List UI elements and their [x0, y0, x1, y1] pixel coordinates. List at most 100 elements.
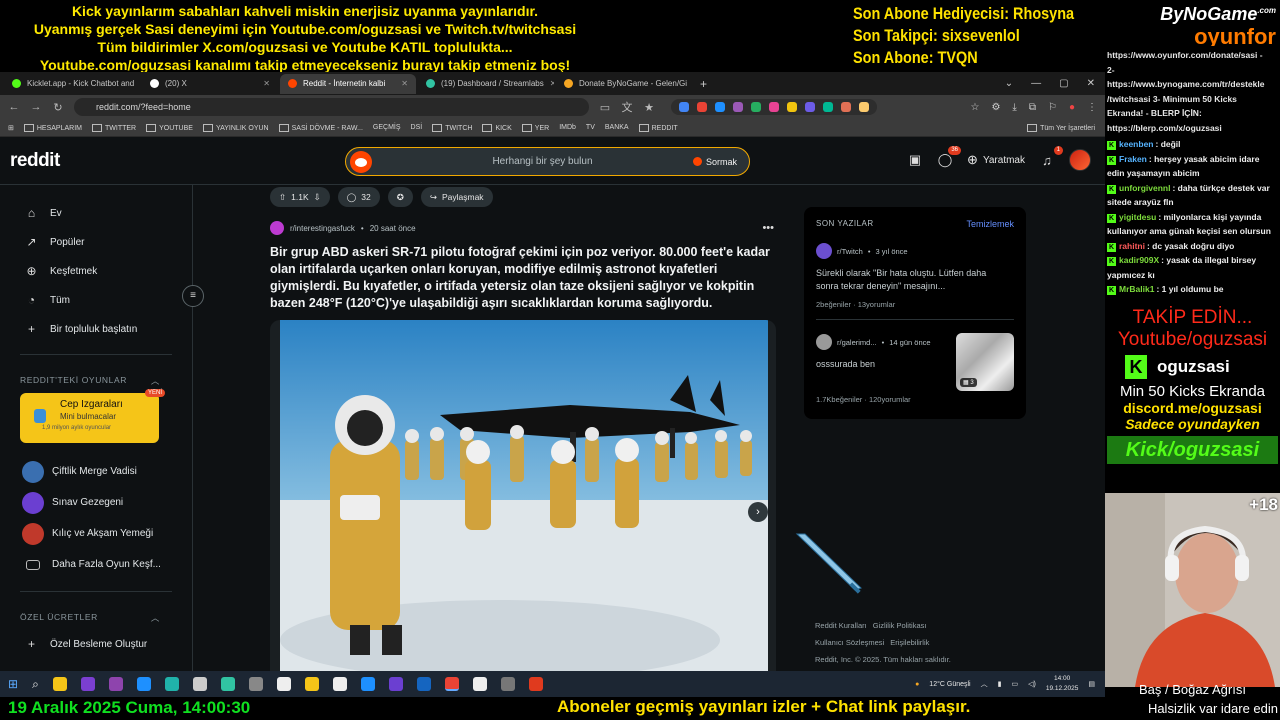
bookmark-yayinlik-oyun[interactable]: YAYINLIK OYUN — [203, 124, 269, 132]
apps-icon[interactable]: ⊞ — [8, 124, 14, 132]
subreddit-icon[interactable] — [270, 221, 284, 235]
weather-text[interactable]: 12°C Güneşli — [929, 681, 970, 688]
bookmark-twitter[interactable]: TWITTER — [92, 124, 136, 132]
chrome-icon[interactable] — [444, 677, 459, 691]
url-field[interactable]: reddit.com/?feed=home — [74, 98, 589, 116]
featured-game-card[interactable]: Cep Izgaraları Mini bulmacalar 1,9 milyo… — [20, 389, 165, 443]
extension-icon[interactable] — [823, 102, 833, 112]
download-icon[interactable]: ⤓ — [1012, 102, 1016, 113]
cast-icon[interactable]: ▭ — [599, 101, 611, 114]
extension-icon[interactable] — [769, 102, 779, 112]
translate-icon[interactable]: 文 — [621, 99, 633, 115]
bookmark-youtube[interactable]: YOUTUBE — [146, 124, 193, 132]
footer-link[interactable]: Reddit Kuralları — [815, 621, 867, 630]
bookmark-gecmis[interactable]: GEÇMİŞ — [373, 124, 401, 131]
footer-link[interactable]: Erişilebilirlik — [890, 638, 929, 647]
extension-icon[interactable] — [679, 102, 689, 112]
close-window-icon[interactable]: ✕ — [1087, 78, 1095, 89]
search-icon[interactable]: ⌕ — [32, 677, 39, 692]
extension-icon[interactable] — [859, 102, 869, 112]
nav-popular[interactable]: ↗ Popüler — [0, 228, 192, 257]
advertise-icon[interactable]: ▣ — [907, 152, 923, 168]
extension-icon[interactable] — [841, 102, 851, 112]
app-icon[interactable] — [500, 677, 515, 691]
all-bookmarks[interactable]: Tüm Yer İşaretleri — [1027, 124, 1105, 132]
footer-link[interactable]: Kullanıcı Sözleşmesi — [815, 638, 884, 647]
share-button[interactable]: ↪ Paylaşmak — [420, 187, 493, 207]
extension-icon[interactable] — [733, 102, 743, 112]
bookmark-twitch[interactable]: TWITCH — [432, 124, 472, 132]
onenote-icon[interactable] — [108, 677, 123, 691]
mic-icon[interactable]: ▮ — [998, 680, 1002, 688]
app-icon[interactable] — [360, 677, 375, 691]
notes-icon[interactable] — [304, 677, 319, 691]
bookmark-star-icon[interactable]: ★ — [643, 101, 655, 114]
close-icon[interactable]: ✕ — [263, 79, 270, 88]
volume-icon[interactable]: ◁) — [1028, 680, 1036, 688]
settings-icon[interactable]: ⚙ — [991, 102, 1000, 113]
post-image[interactable]: › — [270, 320, 776, 672]
new-tab-icon[interactable]: + — [700, 77, 707, 91]
clear-button[interactable]: Temizlemek — [966, 219, 1014, 229]
create-custom-feed[interactable]: + Özel Besleme Oluştur — [0, 630, 192, 659]
notification-icon[interactable]: ♫ 1 — [1039, 146, 1063, 168]
tray-chevron-icon[interactable]: ︿ — [981, 679, 988, 689]
app-icon[interactable] — [472, 677, 487, 691]
chevron-right-icon[interactable]: › — [748, 502, 768, 522]
vote-pill[interactable]: ⇧ 1.1K ⇩ — [270, 187, 330, 207]
tab-streamlabs[interactable]: (19) Dashboard / Streamlabs ✕ — [418, 74, 554, 94]
extension-icon[interactable] — [697, 102, 707, 112]
share-icon[interactable]: ⧉ — [1029, 102, 1036, 113]
collapse-sidebar-button[interactable]: ≡ — [182, 285, 204, 307]
file-explorer-icon[interactable] — [52, 677, 67, 691]
streamlabs-icon[interactable] — [220, 677, 235, 691]
recent-post-thumbnail[interactable]: ▦ 3 — [956, 333, 1014, 391]
upvote-icon[interactable]: ⇧ — [279, 192, 286, 203]
recent-post-title[interactable]: Sürekli olarak "Bir hata oluştu. Lütfen … — [816, 267, 1004, 293]
extensions-icon[interactable]: ⚐ — [1048, 102, 1057, 113]
search-bar[interactable]: Herhangi bir şey bulun Sormak — [345, 147, 750, 176]
bookmark-tv[interactable]: TV — [586, 124, 595, 131]
tab-x[interactable]: (20) X ✕ — [142, 74, 278, 94]
app-icon[interactable] — [136, 677, 151, 691]
maximize-icon[interactable]: ▢ — [1059, 78, 1068, 89]
search-input[interactable]: Herhangi bir şey bulun — [372, 156, 693, 167]
bookmark-yer[interactable]: YER — [522, 124, 549, 132]
recent-subreddit[interactable]: r/Twitch — [837, 247, 863, 256]
tab-reddit[interactable]: Reddit - İnternetin kalbi ✕ — [280, 73, 416, 94]
comments-button[interactable]: ◯ 32 — [337, 187, 380, 207]
game-farm-merge[interactable]: Çiftlik Merge Vadisi — [0, 457, 192, 486]
forward-icon[interactable]: → — [30, 101, 42, 113]
reload-icon[interactable]: ↻ — [52, 101, 64, 114]
bookmark-dsi[interactable]: DSİ — [411, 124, 423, 131]
award-button[interactable]: ✪ — [387, 187, 413, 207]
nav-home[interactable]: ⌂ Ev — [0, 199, 192, 228]
downvote-icon[interactable]: ⇩ — [314, 192, 321, 203]
back-icon[interactable]: ← — [8, 101, 20, 113]
menu-icon[interactable]: ⋮ — [1087, 102, 1097, 113]
game-quiz-planet[interactable]: Sınav Gezegeni — [0, 488, 192, 517]
windows-start-icon[interactable]: ⊞ — [8, 677, 18, 691]
extension-icon[interactable] — [715, 102, 725, 112]
close-icon[interactable]: ✕ — [550, 79, 554, 88]
footer-link[interactable]: Gizlilik Politikası — [873, 621, 927, 630]
bookmark-imdb[interactable]: IMDb — [559, 124, 576, 131]
reddit-logo[interactable]: reddit — [10, 150, 60, 172]
network-icon[interactable]: ▭ — [1011, 680, 1018, 688]
games-section-header[interactable]: REDDIT'TEKİ OYUNLAR ︿ — [20, 375, 160, 387]
edge-icon[interactable] — [416, 677, 431, 691]
post-title[interactable]: Bir grup ABD askeri SR-71 pilotu fotoğra… — [270, 244, 770, 312]
tab-search-icon[interactable]: ⌄ — [1005, 78, 1013, 89]
create-button[interactable]: ⊕ Yaratmak — [967, 152, 1025, 168]
nav-start-community[interactable]: + Bir topluluk başlatın — [0, 315, 192, 344]
profile-icon[interactable]: ● — [1069, 102, 1075, 113]
camera-icon[interactable] — [248, 677, 263, 691]
bookmark-sasi-dovme[interactable]: SASİ DÖVME - RAW... — [279, 124, 363, 132]
app-icon[interactable] — [528, 677, 543, 691]
bookmarks-icon[interactable]: ☆ — [970, 102, 979, 113]
bookmark-reddit[interactable]: REDDIT — [639, 124, 678, 132]
chat-icon[interactable]: ◯ 36 — [937, 146, 962, 168]
clock[interactable]: 14:00 19.12.2025 — [1046, 674, 1079, 694]
custom-feeds-header[interactable]: ÖZEL ÜCRETLER ︿ — [20, 612, 160, 624]
more-options-icon[interactable]: ••• — [762, 222, 774, 234]
